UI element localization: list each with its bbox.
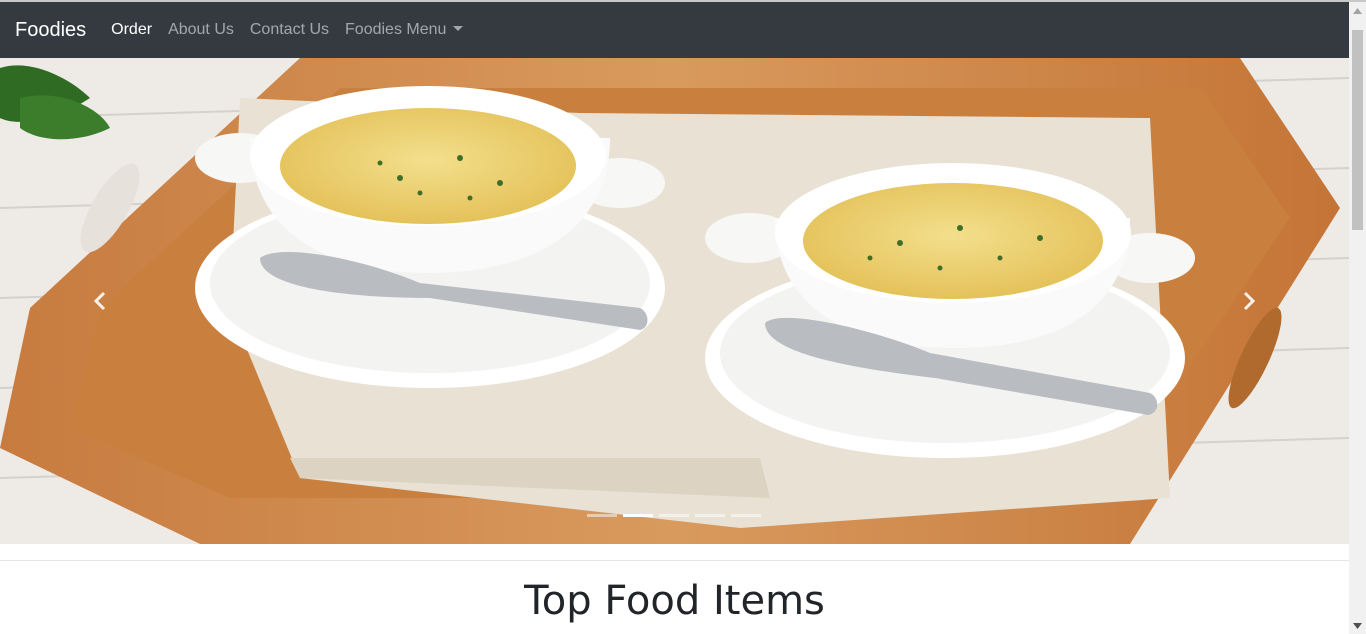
carousel-next-button[interactable] bbox=[1149, 58, 1349, 544]
scroll-up-arrow-icon[interactable] bbox=[1349, 2, 1366, 19]
scrollbar-thumb[interactable] bbox=[1352, 30, 1363, 230]
nav-about-us[interactable]: About Us bbox=[168, 21, 234, 39]
brand-logo[interactable]: Foodies bbox=[15, 19, 86, 42]
chevron-left-icon bbox=[93, 291, 106, 311]
section-title: Top Food Items bbox=[524, 578, 825, 624]
caret-down-icon bbox=[453, 26, 464, 31]
section-divider bbox=[0, 560, 1349, 561]
nav-foodies-menu-dropdown[interactable]: Foodies Menu bbox=[345, 21, 464, 39]
page-scrollbar[interactable] bbox=[1349, 2, 1366, 634]
nav-order[interactable]: Order bbox=[111, 21, 152, 39]
carousel-indicator[interactable] bbox=[731, 514, 761, 517]
carousel-prev-button[interactable] bbox=[0, 58, 200, 544]
carousel-slide-image bbox=[0, 58, 1349, 544]
nav-contact-us[interactable]: Contact Us bbox=[250, 21, 329, 39]
carousel-indicator[interactable] bbox=[695, 514, 725, 517]
hero-carousel bbox=[0, 58, 1349, 544]
carousel-indicator[interactable] bbox=[587, 514, 617, 517]
carousel-indicators bbox=[587, 514, 767, 517]
chevron-right-icon bbox=[1243, 291, 1256, 311]
carousel-indicator-active[interactable] bbox=[623, 514, 653, 517]
scroll-down-arrow-icon[interactable] bbox=[1349, 617, 1366, 634]
carousel-indicator[interactable] bbox=[659, 514, 689, 517]
navbar: Foodies Order About Us Contact Us Foodie… bbox=[0, 2, 1349, 58]
nav-foodies-menu-label: Foodies Menu bbox=[345, 21, 447, 38]
